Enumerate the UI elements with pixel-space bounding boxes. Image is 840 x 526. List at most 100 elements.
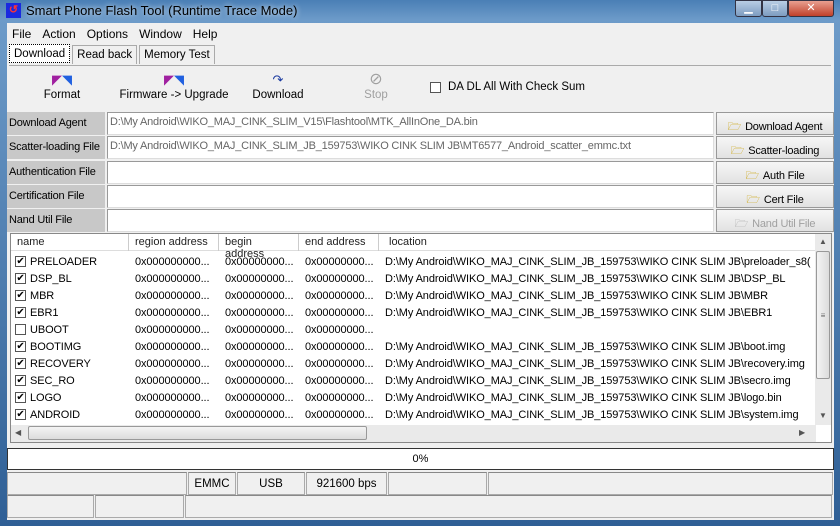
cert-file-label: Certification File bbox=[7, 185, 105, 208]
row-checkbox[interactable]: ✔ bbox=[15, 290, 26, 301]
row-checkbox[interactable]: ✔ bbox=[15, 392, 26, 403]
auth-file-button[interactable]: 🗁 Auth File bbox=[716, 161, 834, 184]
app-icon: ↺ bbox=[6, 3, 21, 18]
table-row[interactable]: ✔ ANDROID 0x000000000... 0x00000000... 0x… bbox=[11, 406, 816, 423]
tab-download[interactable]: Download bbox=[9, 44, 71, 63]
scroll-up-icon[interactable]: ▲ bbox=[819, 237, 827, 246]
cert-file-input[interactable] bbox=[107, 185, 714, 208]
download-agent-button[interactable]: 🗁 Download Agent bbox=[716, 112, 834, 135]
status-cell bbox=[7, 495, 94, 518]
scrollbar-thumb[interactable]: ≡ bbox=[816, 251, 830, 379]
progress-label: 0% bbox=[412, 453, 429, 465]
scroll-down-icon[interactable]: ▼ bbox=[819, 411, 827, 420]
table-row[interactable]: UBOOT 0x000000000... 0x00000000... 0x000… bbox=[11, 321, 816, 338]
horizontal-scrollbar[interactable]: ◀ ▶ bbox=[11, 425, 816, 442]
table-row[interactable]: ✔ DSP_BL 0x000000000... 0x00000000... 0x0… bbox=[11, 270, 816, 287]
menu-help[interactable]: Help bbox=[188, 24, 224, 43]
partition-table: name region address begin address end ad… bbox=[10, 233, 832, 443]
progress-bar: 0% bbox=[7, 448, 834, 470]
tab-read-back[interactable]: Read back bbox=[72, 45, 138, 64]
stop-button[interactable]: ⊘ Stop bbox=[359, 71, 393, 101]
scatter-loading-input[interactable]: D:\My Android\WIKO_MAJ_CINK_SLIM_JB_1597… bbox=[107, 136, 714, 159]
location: D:\My Android\WIKO_MAJ_CINK_SLIM_JB_1597… bbox=[385, 306, 773, 319]
cert-file-button[interactable]: 🗁 Cert File bbox=[716, 185, 834, 208]
tab-divider bbox=[9, 65, 831, 66]
checksum-checkbox[interactable]: DA DL All With Check Sum bbox=[430, 81, 585, 93]
scroll-left-icon[interactable]: ◀ bbox=[15, 428, 21, 437]
row-checkbox[interactable]: ✔ bbox=[15, 273, 26, 284]
close-button[interactable]: ✕ bbox=[788, 0, 834, 17]
auth-file-input[interactable] bbox=[107, 161, 714, 184]
partition-name: LOGO bbox=[30, 391, 62, 404]
row-checkbox[interactable]: ✔ bbox=[15, 341, 26, 352]
status-cell bbox=[488, 472, 833, 495]
row-checkbox[interactable]: ✔ bbox=[15, 409, 26, 420]
column-region-address[interactable]: region address bbox=[129, 234, 219, 251]
firmware-upgrade-label: Firmware -> Upgrade bbox=[119, 89, 229, 101]
status-cell bbox=[185, 495, 832, 518]
client-area: File Action Options Window Help Download… bbox=[7, 23, 834, 520]
nand-util-label: Nand Util File bbox=[7, 209, 105, 232]
menu-file[interactable]: File bbox=[7, 24, 37, 43]
region-address: 0x000000000... bbox=[135, 255, 210, 268]
location: D:\My Android\WIKO_MAJ_CINK_SLIM_JB_1597… bbox=[385, 408, 799, 421]
nand-util-input[interactable] bbox=[107, 209, 714, 232]
download-agent-label: Download Agent bbox=[7, 112, 105, 135]
menu-options[interactable]: Options bbox=[82, 24, 134, 43]
table-row[interactable]: ✔ RECOVERY 0x000000000... 0x00000000... 0… bbox=[11, 355, 816, 372]
end-address: 0x00000000... bbox=[305, 357, 374, 370]
column-location[interactable]: location bbox=[379, 234, 816, 251]
row-checkbox[interactable]: ✔ bbox=[15, 358, 26, 369]
column-begin-address[interactable]: begin address bbox=[219, 234, 299, 260]
row-checkbox[interactable] bbox=[15, 324, 26, 335]
table-row[interactable]: ✔ SEC_RO 0x000000000... 0x00000000... 0x0… bbox=[11, 372, 816, 389]
download-button[interactable]: ↷ Download bbox=[245, 71, 311, 101]
table-row[interactable]: ✔ BOOTIMG 0x000000000... 0x00000000... 0x… bbox=[11, 338, 816, 355]
partition-name: DSP_BL bbox=[30, 272, 72, 285]
folder-icon: 🗁 bbox=[734, 218, 749, 230]
region-address: 0x000000000... bbox=[135, 306, 210, 319]
table-row[interactable]: ✔ LOGO 0x000000000... 0x00000000... 0x000… bbox=[11, 389, 816, 406]
region-address: 0x000000000... bbox=[135, 374, 210, 387]
checkbox-icon[interactable] bbox=[430, 81, 441, 93]
maximize-button[interactable]: □ bbox=[762, 0, 788, 17]
scatter-loading-button[interactable]: 🗁 Scatter-loading bbox=[716, 136, 834, 159]
auth-file-label: Authentication File bbox=[7, 161, 105, 184]
table-row[interactable]: ✔ PRELOADER 0x000000000... 0x00000000... … bbox=[11, 253, 816, 270]
checksum-label: DA DL All With Check Sum bbox=[448, 81, 585, 93]
firmware-upgrade-button[interactable]: ◤◥ Firmware -> Upgrade bbox=[115, 71, 233, 101]
region-address: 0x000000000... bbox=[135, 391, 210, 404]
tab-bar: Download Read back Memory Test bbox=[9, 44, 217, 64]
menu-window[interactable]: Window bbox=[134, 24, 188, 43]
tab-memory-test[interactable]: Memory Test bbox=[139, 45, 215, 64]
region-address: 0x000000000... bbox=[135, 289, 210, 302]
partition-name: RECOVERY bbox=[30, 357, 91, 370]
nand-util-button[interactable]: 🗁 Nand Util File bbox=[716, 209, 834, 232]
folder-icon: 🗁 bbox=[730, 145, 745, 157]
table-row[interactable]: ✔ EBR1 0x000000000... 0x00000000... 0x000… bbox=[11, 304, 816, 321]
folder-icon: 🗁 bbox=[745, 170, 759, 182]
row-checkbox[interactable]: ✔ bbox=[15, 307, 26, 318]
stop-icon: ⊘ bbox=[369, 71, 383, 88]
minimize-button[interactable]: ▁ bbox=[735, 0, 762, 17]
location: D:\My Android\WIKO_MAJ_CINK_SLIM_JB_1597… bbox=[385, 289, 769, 302]
title-bar: ↺ Smart Phone Flash Tool (Runtime Trace … bbox=[0, 0, 840, 22]
table-row[interactable]: ✔ MBR 0x000000000... 0x00000000... 0x0000… bbox=[11, 287, 816, 304]
folder-icon: 🗁 bbox=[746, 194, 760, 206]
begin-address: 0x00000000... bbox=[225, 289, 294, 302]
download-agent-input[interactable]: D:\My Android\WIKO_MAJ_CINK_SLIM_V15\Fla… bbox=[107, 112, 714, 135]
scroll-right-icon[interactable]: ▶ bbox=[799, 428, 805, 437]
column-name[interactable]: name bbox=[11, 234, 129, 251]
format-button[interactable]: ◤◥ Format bbox=[42, 71, 82, 101]
menu-action[interactable]: Action bbox=[37, 24, 81, 43]
row-checkbox[interactable]: ✔ bbox=[15, 256, 26, 267]
column-end-address[interactable]: end address bbox=[299, 234, 379, 251]
scrollbar-thumb[interactable] bbox=[28, 426, 367, 440]
row-checkbox[interactable]: ✔ bbox=[15, 375, 26, 386]
nand-util-row: Nand Util File 🗁 Nand Util File bbox=[7, 209, 834, 232]
status-bar-secondary bbox=[7, 495, 834, 518]
begin-address: 0x00000000... bbox=[225, 323, 294, 336]
vertical-scrollbar[interactable]: ▲ ≡ ▼ bbox=[815, 234, 831, 425]
region-address: 0x000000000... bbox=[135, 340, 210, 353]
button-label: Scatter-loading bbox=[748, 145, 820, 157]
